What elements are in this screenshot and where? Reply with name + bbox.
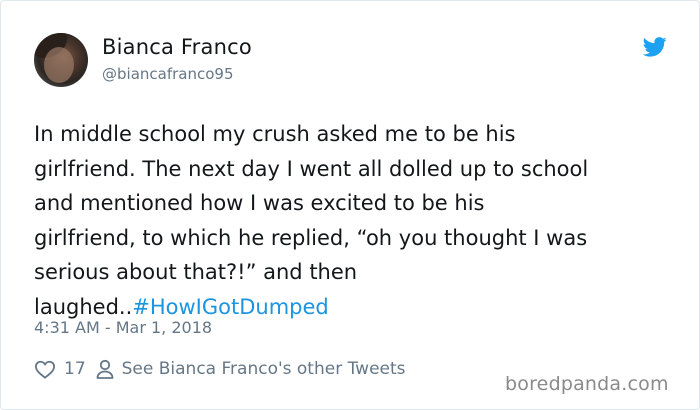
heart-icon[interactable] [34, 359, 56, 379]
like-count[interactable]: 17 [64, 359, 86, 379]
tweet-line: girlfriend. The next day I went all doll… [34, 156, 589, 181]
user-name[interactable]: Bianca Franco [102, 35, 252, 59]
tweet-line-text: laughed.. [34, 294, 133, 319]
tweet-line: and mentioned how I was excited to be hi… [34, 191, 485, 215]
tweet-text: In middle school my crush asked me to be… [34, 117, 682, 324]
user-handle[interactable]: @biancafranco95 [102, 65, 233, 83]
tweet-timestamp[interactable]: 4:31 AM - Mar 1, 2018 [34, 318, 212, 337]
tweet-card: Bianca Franco @biancafranco95 In middle … [0, 0, 700, 410]
tweet-line: In middle school my crush asked me to be… [34, 122, 516, 146]
tweet-actions: 17 See Bianca Franco's other Tweets [34, 355, 406, 383]
other-tweets-link[interactable]: See Bianca Franco's other Tweets [122, 359, 406, 379]
person-icon[interactable] [96, 359, 114, 379]
avatar[interactable] [34, 33, 88, 87]
tweet-line: girlfriend, to which he replied, “oh you… [34, 225, 588, 250]
tweet-line: serious about that?!” and then [34, 260, 358, 284]
boredpanda-watermark: boredpanda.com [505, 373, 669, 395]
twitter-bird-icon[interactable] [643, 37, 667, 57]
hashtag-link[interactable]: #HowIGotDumped [132, 295, 328, 319]
